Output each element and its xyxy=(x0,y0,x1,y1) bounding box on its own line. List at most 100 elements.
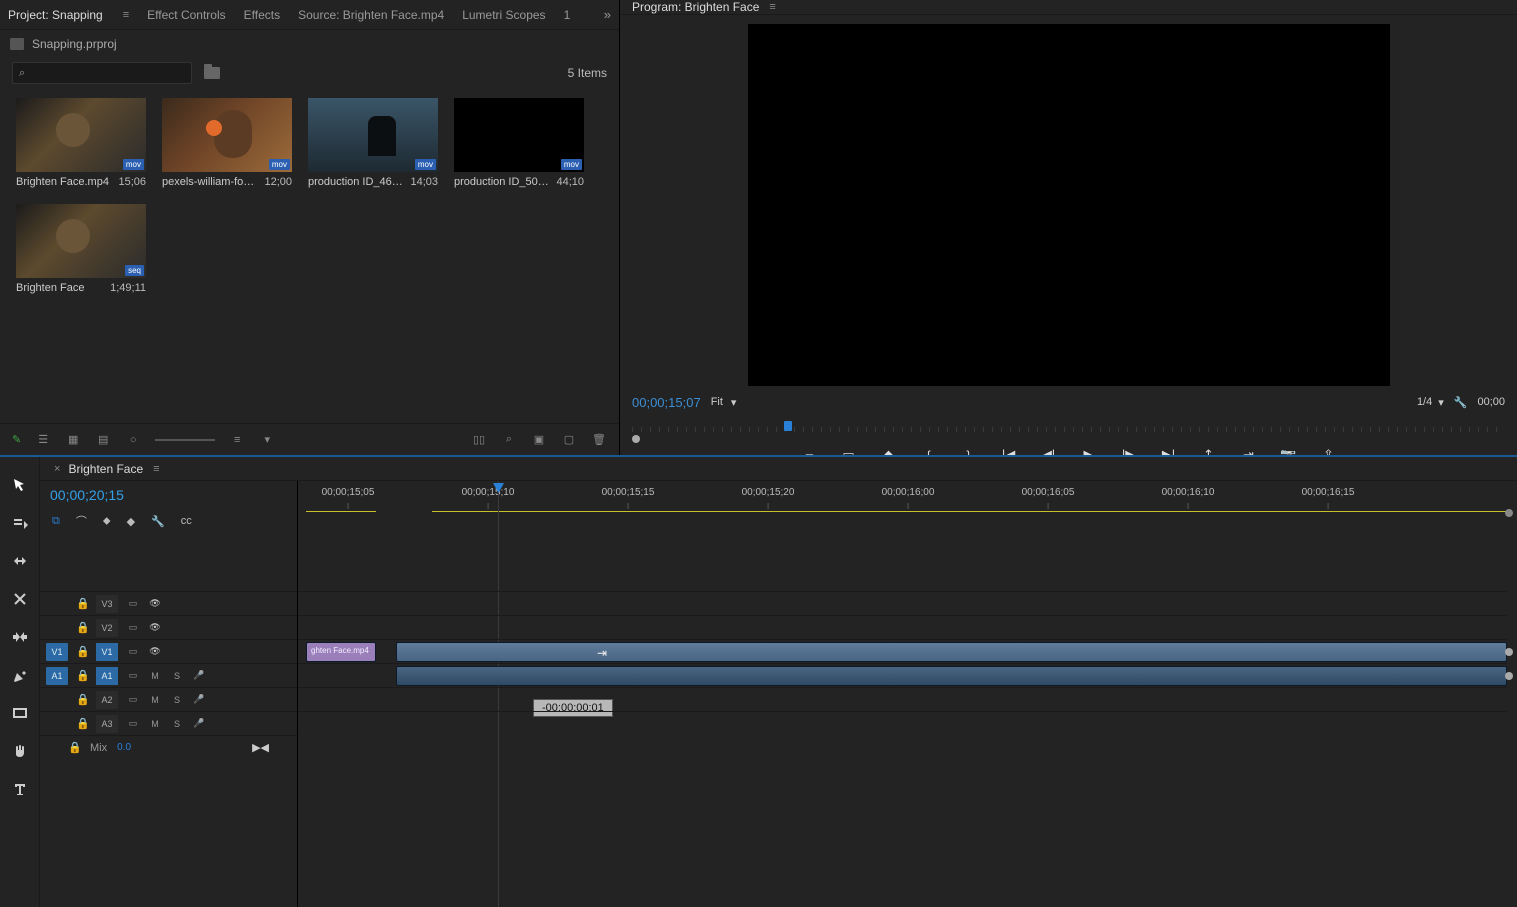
solo-button[interactable]: S xyxy=(170,719,184,729)
tab-project[interactable]: Project: Snapping xyxy=(8,8,103,22)
track-lane-a1[interactable]: -00:00:00:01 xyxy=(298,663,1507,687)
track-lane-v1[interactable]: ghten Face.mp4 ⇥ xyxy=(298,639,1507,663)
sort-icon[interactable]: ≡ xyxy=(229,434,245,446)
mix-db[interactable]: 0.0 xyxy=(117,742,131,753)
hand-tool[interactable] xyxy=(10,741,30,761)
settings-icon[interactable]: 🔧 xyxy=(1454,396,1468,409)
clip-thumbnail[interactable]: mov xyxy=(308,98,438,172)
new-bin-icon[interactable]: ▣ xyxy=(531,433,547,446)
source-patch-a1[interactable]: A1 xyxy=(46,667,68,685)
voiceover-record[interactable]: 🎤 xyxy=(192,694,206,705)
scrub-track[interactable] xyxy=(632,427,1505,432)
solo-button[interactable]: S xyxy=(170,671,184,681)
bin-item[interactable]: mov production ID_461…14;03 xyxy=(308,98,438,188)
source-patch-v1[interactable]: V1 xyxy=(46,643,68,661)
toggle-track-output[interactable]: 👁 xyxy=(148,598,162,609)
tab-effects[interactable]: Effects xyxy=(244,8,280,22)
tab-effect-controls[interactable]: Effect Controls xyxy=(147,8,225,22)
track-lock[interactable]: 🔒 xyxy=(76,645,88,658)
trash-icon[interactable]: 🗑 xyxy=(591,433,607,446)
rectangle-tool[interactable] xyxy=(10,703,30,723)
list-view-icon[interactable]: ☰ xyxy=(35,433,51,446)
close-sequence-icon[interactable]: × xyxy=(54,463,60,475)
track-lock[interactable]: 🔒 xyxy=(76,717,88,730)
mute-button[interactable]: M xyxy=(148,719,162,729)
find-icon[interactable]: ⌕ xyxy=(501,433,517,446)
track-target-v1[interactable]: V1 xyxy=(96,643,118,661)
freeform-view-icon[interactable]: ▤ xyxy=(95,433,111,446)
zoom-fit-select[interactable]: Fit ▾ xyxy=(711,396,737,409)
toggle-track-output[interactable]: 👁 xyxy=(148,622,162,633)
tabs-overflow[interactable]: » xyxy=(604,7,611,22)
bin-item[interactable]: seq Brighten Face1;49;11 xyxy=(16,204,146,294)
mix-output-icon[interactable]: ▶◀ xyxy=(252,741,269,754)
time-ruler[interactable]: 00;00;15;05 00;00;15;10 00;00;15;15 00;0… xyxy=(298,487,1507,509)
clip-thumbnail[interactable]: mov xyxy=(162,98,292,172)
timeline-tracks-area[interactable]: 00;00;15;05 00;00;15;10 00;00;15;15 00;0… xyxy=(298,481,1517,907)
track-lane-a3[interactable] xyxy=(298,711,1507,735)
panel-menu-icon[interactable]: ≡ xyxy=(123,9,129,21)
write-mode-icon[interactable]: ✎ xyxy=(12,433,21,446)
tab-lumetri-scopes[interactable]: Lumetri Scopes xyxy=(462,8,545,22)
selection-tool[interactable] xyxy=(10,475,30,495)
solo-button[interactable]: S xyxy=(170,695,184,705)
tab-program[interactable]: Program: Brighten Face xyxy=(632,0,759,14)
search-input[interactable] xyxy=(31,67,185,79)
toggle-sync-lock[interactable]: ▭ xyxy=(126,622,140,633)
caption-track-icon[interactable]: cc xyxy=(181,515,192,527)
mute-button[interactable]: M xyxy=(148,671,162,681)
work-area-bar[interactable] xyxy=(432,511,1507,512)
chevron-down-icon[interactable]: ▾ xyxy=(259,433,275,446)
audio-clip[interactable] xyxy=(396,666,1507,686)
bin-item[interactable]: mov production ID_509…44;10 xyxy=(454,98,584,188)
resolution-select[interactable]: 1/4 ▾ xyxy=(1417,396,1444,409)
track-target-a1[interactable]: A1 xyxy=(96,667,118,685)
video-clip[interactable]: ghten Face.mp4 xyxy=(306,642,376,662)
automate-to-sequence-icon[interactable]: ▯▯ xyxy=(471,433,487,446)
razor-tool[interactable] xyxy=(10,589,30,609)
sequence-thumbnail[interactable]: seq xyxy=(16,204,146,278)
project-bin[interactable]: mov Brighten Face.mp415;06 mov pexels-wi… xyxy=(0,88,619,423)
ripple-edit-tool[interactable] xyxy=(10,551,30,571)
video-clip[interactable]: ⇥ xyxy=(396,642,1507,662)
track-target-a2[interactable]: A2 xyxy=(96,691,118,709)
zoom-slider-knob[interactable]: ○ xyxy=(125,434,141,446)
toggle-sync-lock[interactable]: ▭ xyxy=(126,670,140,681)
track-target-v2[interactable]: V2 xyxy=(96,619,118,637)
toggle-sync-lock[interactable]: ▭ xyxy=(126,694,140,705)
scrub-zoom-knob[interactable] xyxy=(632,435,640,443)
work-area-end-handle[interactable] xyxy=(1505,509,1513,517)
toggle-sync-lock[interactable]: ▭ xyxy=(126,646,140,657)
track-lock[interactable]: 🔒 xyxy=(76,693,88,706)
work-area-bar[interactable] xyxy=(306,511,376,512)
track-lock[interactable]: 🔒 xyxy=(76,597,88,610)
scrub-playhead[interactable] xyxy=(784,421,792,431)
timeline-settings-icon[interactable]: ◆ xyxy=(127,515,135,528)
clip-end-handle[interactable] xyxy=(1505,648,1513,656)
voiceover-record[interactable]: 🎤 xyxy=(192,718,206,729)
program-scrubber[interactable] xyxy=(632,419,1505,439)
voiceover-record[interactable]: 🎤 xyxy=(192,670,206,681)
panel-menu-icon[interactable]: ≡ xyxy=(153,463,159,475)
tab-page-number[interactable]: 1 xyxy=(564,8,571,22)
new-item-icon[interactable]: ▢ xyxy=(561,433,577,446)
clip-thumbnail[interactable]: mov xyxy=(16,98,146,172)
type-tool[interactable] xyxy=(10,779,30,799)
toggle-sync-lock[interactable]: ▭ xyxy=(126,718,140,729)
toggle-sync-lock[interactable]: ▭ xyxy=(126,598,140,609)
snap-icon[interactable]: ⧉ xyxy=(52,515,60,528)
track-lock[interactable]: 🔒 xyxy=(76,621,88,634)
program-canvas[interactable] xyxy=(749,25,1389,385)
toggle-track-output[interactable]: 👁 xyxy=(148,646,162,657)
bin-item[interactable]: mov pexels-william-fort…12;00 xyxy=(162,98,292,188)
pen-tool[interactable] xyxy=(10,665,30,685)
slip-tool[interactable] xyxy=(10,627,30,647)
mute-button[interactable]: M xyxy=(148,695,162,705)
track-lock[interactable]: 🔒 xyxy=(68,741,80,754)
icon-view-icon[interactable]: ▦ xyxy=(65,433,81,446)
add-marker-icon[interactable]: ⬥ xyxy=(103,515,111,528)
new-bin-button[interactable] xyxy=(204,67,220,79)
clip-end-handle[interactable] xyxy=(1505,672,1513,680)
zoom-slider[interactable] xyxy=(155,439,215,441)
timeline-timecode[interactable]: 00;00;20;15 xyxy=(50,487,124,503)
